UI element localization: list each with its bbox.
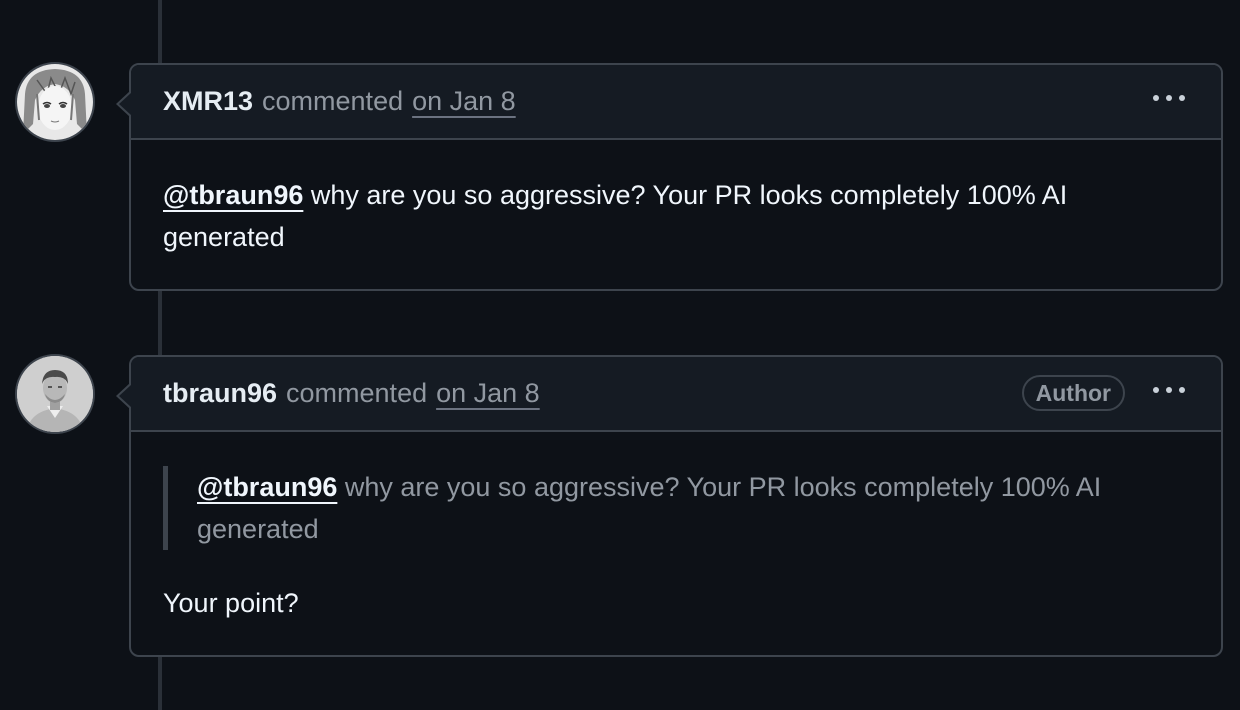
comment-action: commented: [262, 86, 404, 116]
comment-card: tbraun96 commented on Jan 8 Author @tbra…: [116, 355, 1223, 657]
comment-caret: [116, 383, 131, 409]
comment-card: XMR13 commented on Jan 8 @tbraun96 why a…: [116, 63, 1223, 291]
comment-body: @tbraun96 why are you so aggressive? You…: [131, 432, 1221, 624]
comment-date-link[interactable]: on Jan 8: [436, 378, 540, 409]
photo-avatar-icon: [17, 356, 93, 432]
user-mention-link[interactable]: @tbraun96: [197, 472, 337, 502]
author-badge: Author: [1021, 375, 1125, 411]
comment-action: commented: [286, 378, 428, 408]
comment-body: @tbraun96 why are you so aggressive? You…: [131, 140, 1221, 258]
comment-header: XMR13 commented on Jan 8: [116, 65, 1221, 140]
quoted-reply: @tbraun96 why are you so aggressive? You…: [163, 466, 1189, 550]
comment-header: tbraun96 commented on Jan 8 Author: [116, 357, 1221, 432]
comment-caret: [116, 91, 131, 117]
user-mention-link[interactable]: @tbraun96: [163, 180, 303, 210]
comment-author[interactable]: tbraun96: [163, 378, 277, 409]
kebab-horizontal-icon[interactable]: [1153, 387, 1185, 393]
avatar-tbraun96[interactable]: [15, 354, 95, 434]
comment-date-link[interactable]: on Jan 8: [412, 86, 516, 117]
avatar-xmr13[interactable]: [15, 62, 95, 142]
comment-text: Your point?: [163, 588, 299, 618]
kebab-horizontal-icon[interactable]: [1153, 95, 1185, 101]
anime-avatar-icon: [17, 64, 93, 140]
comment-author[interactable]: XMR13: [163, 86, 253, 117]
